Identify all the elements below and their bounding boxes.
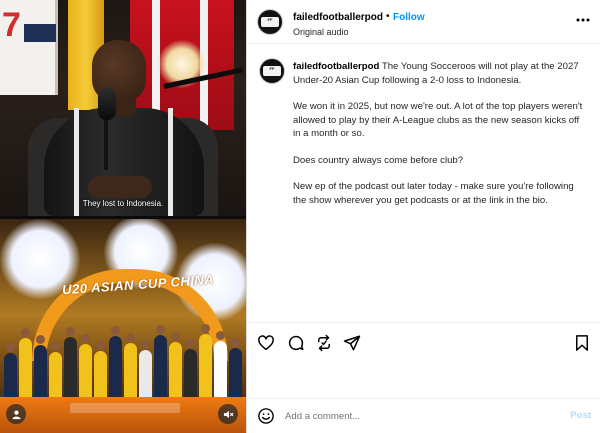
podcast-studio-frame: 7 They lost to Indonesia. xyxy=(0,0,246,216)
player-head xyxy=(171,332,180,341)
comment-icon[interactable] xyxy=(287,334,305,352)
action-bar xyxy=(247,322,600,360)
audio-label[interactable]: Original audio xyxy=(293,27,349,37)
players-group xyxy=(0,319,246,409)
avatar[interactable]: FF xyxy=(257,9,283,35)
framed-jersey-left: 7 xyxy=(0,0,58,95)
post-details-panel: FF failedfootballerpod • Follow Original… xyxy=(246,0,600,433)
player-head xyxy=(36,335,45,344)
player-head xyxy=(231,338,240,347)
user-tag-icon[interactable] xyxy=(6,404,26,424)
player-head xyxy=(216,331,225,340)
post-comment-button[interactable]: Post xyxy=(570,410,591,421)
player-head xyxy=(156,325,165,334)
player-head xyxy=(141,340,150,349)
player-head xyxy=(6,343,15,352)
more-horizontal-icon[interactable] xyxy=(575,12,591,28)
emoji-icon[interactable] xyxy=(257,407,275,425)
player-head xyxy=(51,342,60,351)
player-head xyxy=(126,333,135,342)
separator-dot: • xyxy=(386,11,390,22)
post-username[interactable]: failedfootballerpod xyxy=(293,12,383,23)
player-head xyxy=(111,326,120,335)
player-head xyxy=(21,328,30,337)
caption-paragraph-4: New ep of the podcast out later today - … xyxy=(293,181,574,206)
guest-hands xyxy=(88,176,152,198)
comment-input[interactable] xyxy=(285,408,545,424)
player-head xyxy=(201,324,210,333)
follow-button[interactable]: Follow xyxy=(393,12,425,23)
microphone xyxy=(98,88,116,120)
caption-paragraph-3: Does country always come before club? xyxy=(293,154,464,166)
player-head xyxy=(96,341,105,350)
heart-icon[interactable] xyxy=(257,334,275,352)
video-subtitle: They lost to Indonesia. xyxy=(82,199,164,208)
caption-paragraph-2: We won it in 2025, but now we're out. A … xyxy=(293,101,583,139)
muted-speaker-icon[interactable] xyxy=(218,404,238,424)
bookmark-icon[interactable] xyxy=(573,334,591,352)
comment-bar: Post xyxy=(247,398,600,433)
trophy-celebration-frame: U20 ASIAN CUP CHINA xyxy=(0,219,246,433)
caption-text: failedfootballerpod The Young Socceroos … xyxy=(293,60,589,220)
post-media-video[interactable]: 7 They lost to Indonesia. U20 ASIAN CUP … xyxy=(0,0,246,433)
player-head xyxy=(186,339,195,348)
caption-avatar[interactable]: FF xyxy=(259,58,285,84)
send-icon[interactable] xyxy=(343,334,361,352)
post-header: FF failedfootballerpod • Follow Original… xyxy=(247,0,600,44)
player-head xyxy=(81,334,90,343)
caption-username[interactable]: failedfootballerpod xyxy=(293,61,379,72)
player-head xyxy=(66,327,75,336)
stage-signage xyxy=(70,403,180,413)
repost-icon[interactable] xyxy=(315,334,333,352)
